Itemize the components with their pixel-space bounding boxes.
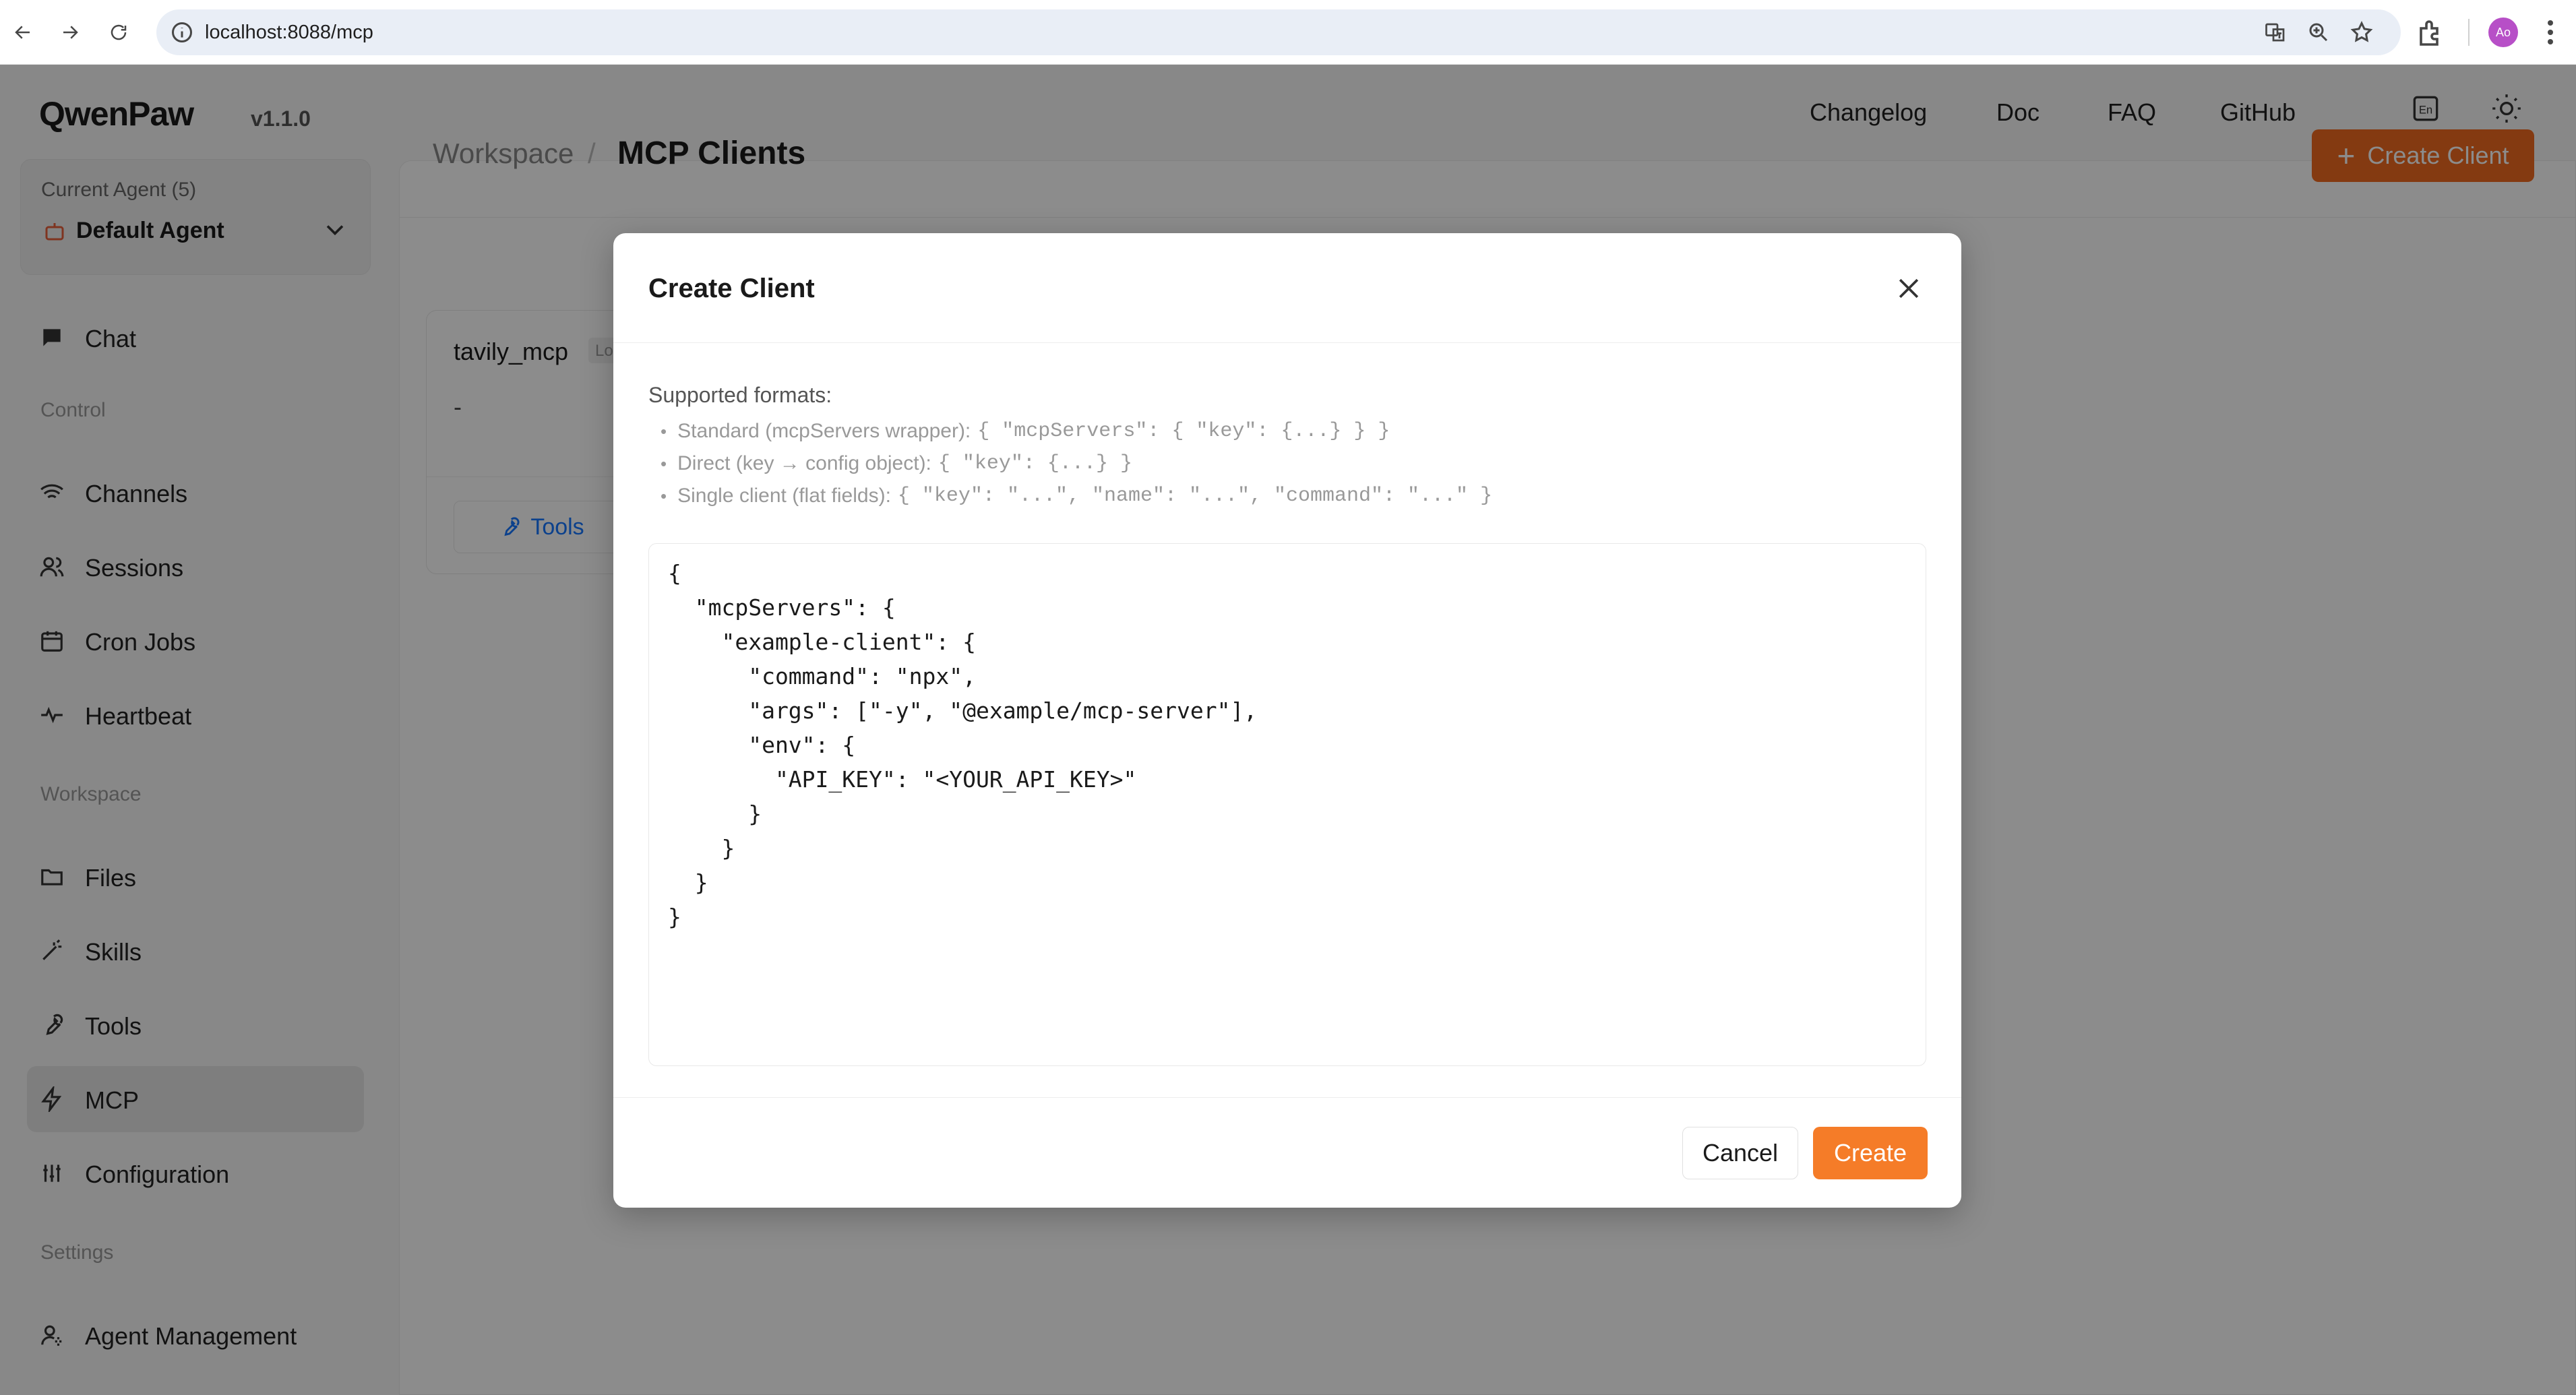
format-item: • Direct (key → config object): { "key":… [661,447,1492,480]
json-config-editor[interactable]: { "mcpServers": { "example-client": { "c… [648,543,1926,1066]
dialog-title: Create Client [648,274,815,303]
address-bar[interactable]: localhost:8088/mcp [156,9,2401,55]
browser-toolbar: localhost:8088/mcp Ao [0,0,2576,65]
close-icon[interactable] [1894,274,1924,303]
format-label: Standard (mcpServers wrapper): [677,420,971,442]
format-label: Single client (flat fields): [677,485,891,507]
translate-icon[interactable] [2263,20,2288,44]
reload-icon[interactable] [101,15,136,50]
profile-avatar[interactable]: Ao [2488,18,2518,47]
create-client-dialog: Create Client Supported formats: • Stand… [613,233,1961,1208]
format-item: • Single client (flat fields): { "key": … [661,480,1492,512]
site-info-icon[interactable] [170,20,194,44]
format-item: • Standard (mcpServers wrapper): { "mcpS… [661,415,1492,447]
cancel-button[interactable]: Cancel [1682,1127,1798,1179]
bullet: • [661,421,667,441]
url-text[interactable]: localhost:8088/mcp [205,22,373,44]
more-menu-icon[interactable] [2534,16,2567,49]
extensions-icon[interactable] [2414,16,2447,49]
dialog-header-divider [613,342,1961,343]
bullet: • [661,485,667,506]
toolbar-divider [2468,19,2470,46]
dialog-footer-divider [613,1097,1961,1098]
supported-formats-title: Supported formats: [648,383,832,407]
bookmark-star-icon[interactable] [2350,20,2374,44]
format-example: { "key": "...", "name": "...", "command"… [897,485,1493,507]
format-example: { "mcpServers": { "key": {...} } } [977,420,1390,443]
create-button[interactable]: Create [1813,1127,1928,1179]
zoom-icon[interactable] [2306,20,2331,44]
bullet: • [661,453,667,474]
supported-formats-list: • Standard (mcpServers wrapper): { "mcpS… [661,415,1492,512]
format-label: Direct (key → config object): [677,452,931,474]
forward-icon[interactable] [53,15,88,50]
json-config-text[interactable]: { "mcpServers": { "example-client": { "c… [668,556,1257,934]
back-icon[interactable] [5,15,40,50]
format-example: { "key": {...} } [938,452,1132,475]
